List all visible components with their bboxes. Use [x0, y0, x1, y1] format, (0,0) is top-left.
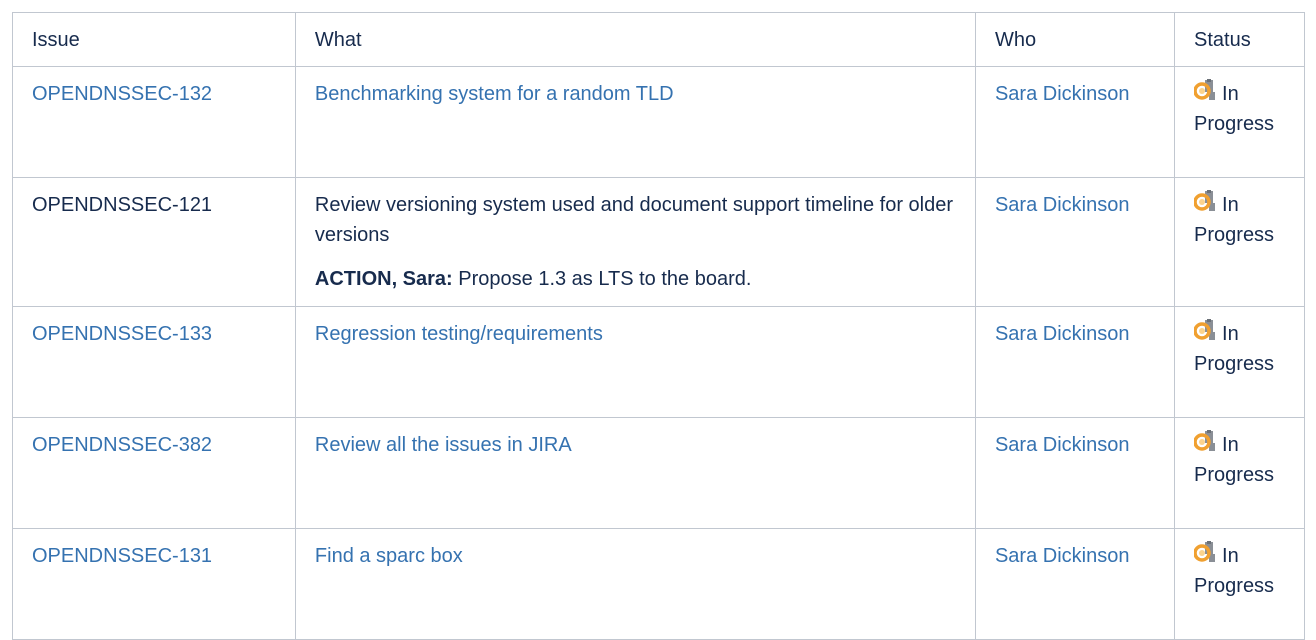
issue-cell: OPENDNSSEC-133: [12, 306, 296, 418]
assignee-link[interactable]: Sara Dickinson: [995, 541, 1155, 571]
table-row: OPENDNSSEC-382 Review all the issues in …: [12, 417, 1305, 529]
issues-table: Issue What Who Status OPENDNSSEC-132 Ben…: [12, 12, 1305, 640]
table-row: OPENDNSSEC-132 Benchmarking system for a…: [12, 66, 1305, 178]
table-row: OPENDNSSEC-121 Review versioning system …: [12, 177, 1305, 307]
action-note: ACTION, Sara: Propose 1.3 as LTS to the …: [315, 264, 956, 294]
issue-cell: OPENDNSSEC-121: [12, 177, 296, 307]
table-row: OPENDNSSEC-131 Find a sparc box Sara Dic…: [12, 528, 1305, 640]
table-row: OPENDNSSEC-133 Regression testing/requir…: [12, 306, 1305, 418]
header-issue: Issue: [12, 12, 296, 67]
what-text: Review versioning system used and docume…: [314, 194, 954, 246]
issue-cell: OPENDNSSEC-132: [12, 66, 296, 178]
what-link[interactable]: Review all the issues in JIRA: [315, 434, 572, 456]
table-header-row: Issue What Who Status: [12, 12, 1305, 67]
who-cell: Sara Dickinson: [974, 528, 1176, 640]
header-what: What: [294, 12, 976, 67]
status-cell: In Progress: [1174, 528, 1305, 640]
issue-key: OPENDNSSEC-121: [32, 194, 213, 216]
what-link[interactable]: Regression testing/requirements: [315, 323, 603, 345]
status-cell: In Progress: [1174, 177, 1305, 307]
who-cell: Sara Dickinson: [974, 177, 1176, 307]
header-status: Status: [1174, 12, 1305, 67]
who-cell: Sara Dickinson: [974, 417, 1176, 529]
status-cell: In Progress: [1174, 417, 1305, 529]
action-label: ACTION, Sara:: [314, 268, 453, 290]
status-cell: In Progress: [1174, 306, 1305, 418]
in-progress-icon: [1194, 319, 1216, 340]
in-progress-icon: [1194, 430, 1216, 451]
assignee-link[interactable]: Sara Dickinson: [995, 319, 1155, 349]
what-cell: Benchmarking system for a random TLD: [294, 66, 976, 178]
what-link[interactable]: Find a sparc box: [315, 545, 463, 567]
in-progress-icon: [1194, 541, 1216, 562]
in-progress-icon: [1194, 190, 1216, 211]
issue-cell: OPENDNSSEC-382: [12, 417, 296, 529]
who-cell: Sara Dickinson: [974, 66, 1176, 178]
assignee-link[interactable]: Sara Dickinson: [995, 190, 1155, 220]
what-cell: Review versioning system used and docume…: [294, 177, 976, 307]
what-cell: Find a sparc box: [294, 528, 976, 640]
what-cell: Regression testing/requirements: [294, 306, 976, 418]
issue-link[interactable]: OPENDNSSEC-133: [32, 323, 212, 345]
what-cell: Review all the issues in JIRA: [294, 417, 976, 529]
header-who: Who: [974, 12, 1176, 67]
assignee-link[interactable]: Sara Dickinson: [995, 430, 1155, 460]
issue-link[interactable]: OPENDNSSEC-131: [32, 545, 212, 567]
action-text: Propose 1.3 as LTS to the board.: [452, 268, 752, 290]
assignee-link[interactable]: Sara Dickinson: [995, 79, 1155, 109]
in-progress-icon: [1194, 79, 1216, 100]
issue-link[interactable]: OPENDNSSEC-132: [32, 83, 212, 105]
status-cell: In Progress: [1174, 66, 1305, 178]
who-cell: Sara Dickinson: [974, 306, 1176, 418]
issue-link[interactable]: OPENDNSSEC-382: [32, 434, 212, 456]
what-link[interactable]: Benchmarking system for a random TLD: [315, 83, 674, 105]
issue-cell: OPENDNSSEC-131: [12, 528, 296, 640]
